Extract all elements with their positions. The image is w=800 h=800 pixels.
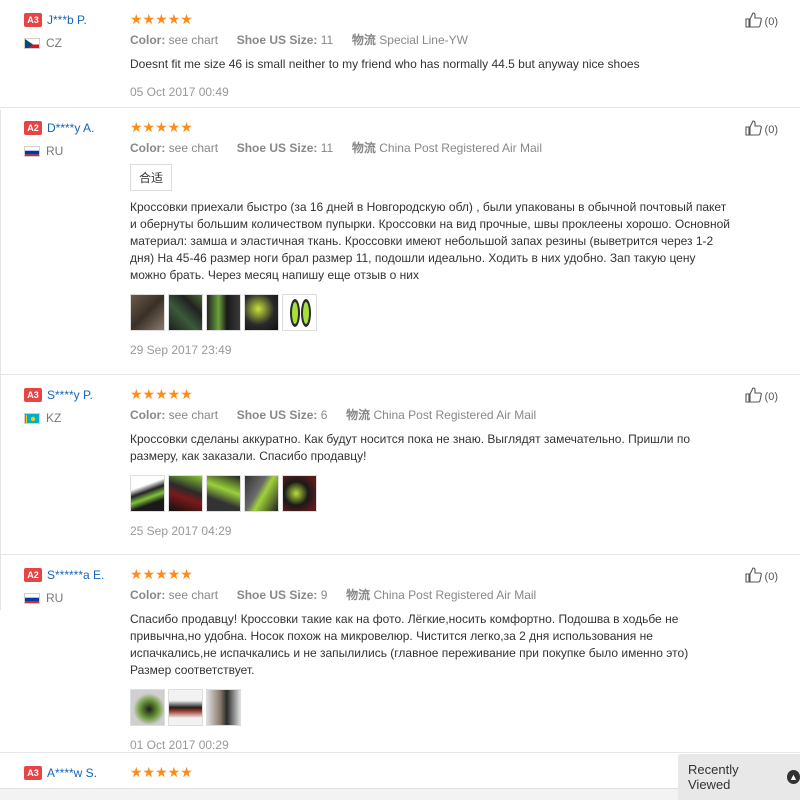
flag-kz-icon — [24, 412, 40, 424]
reviewer-info: A2 S******a E. RU — [24, 567, 124, 605]
helpful-count: (0) — [764, 570, 778, 583]
review-photo[interactable] — [168, 689, 203, 726]
reviewer-name[interactable]: J***b P. — [47, 13, 87, 27]
country-code: KZ — [46, 411, 62, 425]
rating-stars: ★★★★★ — [130, 11, 193, 27]
recently-viewed-button[interactable]: Recently Viewed ▲ — [678, 754, 800, 800]
review-attributes: Color: see chart Shoe US Size: 9 物流 Chin… — [130, 588, 537, 602]
helpful-button[interactable]: (0) — [744, 120, 778, 139]
review-date: 25 Sep 2017 04:29 — [130, 524, 232, 538]
thumbs-up-icon — [744, 12, 763, 31]
thumbs-up-icon — [744, 387, 763, 406]
reviewer-name[interactable]: A****w S. — [47, 766, 97, 780]
review-text: Doesnt fit me size 46 is small neither t… — [130, 57, 640, 71]
review-photos — [130, 475, 730, 512]
thumbs-up-icon — [744, 120, 763, 139]
reviewer-info: A3 A****w S. — [24, 765, 124, 781]
reviewer-name[interactable]: S****y P. — [47, 388, 93, 402]
review-text: Кроссовки приехали быстро (за 16 дней в … — [130, 200, 730, 282]
flag-cz-icon — [24, 37, 40, 49]
review-attributes: Color: see chart Shoe US Size: 6 物流 Chin… — [130, 408, 537, 422]
review-date: 01 Oct 2017 00:29 — [130, 738, 229, 752]
review-photo[interactable] — [130, 475, 165, 512]
country-code: RU — [46, 591, 64, 605]
review-text: Спасибо продавцу! Кроссовки такие как на… — [130, 612, 689, 677]
thumbs-up-icon — [744, 567, 763, 586]
helpful-button[interactable]: (0) — [744, 567, 778, 586]
review-item: A2 D****y A. RU ★★★★★ Color: see chart S… — [0, 108, 800, 375]
review-photo[interactable] — [168, 294, 203, 331]
review-item: A3 S****y P. KZ ★★★★★ Color: see chart S… — [0, 375, 800, 555]
level-badge: A3 — [24, 766, 42, 780]
rating-stars: ★★★★★ — [130, 119, 193, 135]
review-photo[interactable] — [282, 294, 317, 331]
flag-ru-icon — [24, 592, 40, 604]
level-badge: A3 — [24, 13, 42, 27]
helpful-button[interactable]: (0) — [744, 387, 778, 406]
translate-button[interactable]: 合适 — [130, 164, 173, 191]
review-photo[interactable] — [168, 475, 203, 512]
country-code: CZ — [46, 36, 62, 50]
level-badge: A2 — [24, 568, 42, 582]
review-attributes: Color: see chart Shoe US Size: 11 物流 Chi… — [130, 141, 543, 155]
rating-stars: ★★★★★ — [130, 566, 193, 582]
rating-stars: ★★★★★ — [130, 764, 193, 780]
review-photo[interactable] — [130, 294, 165, 331]
reviewer-name[interactable]: D****y A. — [47, 121, 94, 135]
reviewer-name[interactable]: S******a E. — [47, 568, 104, 582]
reviewer-info: A2 D****y A. RU — [24, 120, 124, 158]
chevron-up-icon: ▲ — [786, 770, 800, 784]
helpful-count: (0) — [764, 123, 778, 136]
review-photo[interactable] — [206, 689, 241, 726]
helpful-count: (0) — [764, 15, 778, 28]
reviewer-info: A3 J***b P. CZ — [24, 12, 124, 50]
review-photo[interactable] — [282, 475, 317, 512]
review-photo[interactable] — [130, 689, 165, 726]
level-badge: A3 — [24, 388, 42, 402]
review-photo[interactable] — [206, 475, 241, 512]
recently-viewed-label: Recently Viewed — [688, 762, 739, 792]
helpful-button[interactable]: (0) — [744, 12, 778, 31]
review-text: Кроссовки сделаны аккуратно. Как будут н… — [130, 432, 690, 463]
rating-stars: ★★★★★ — [130, 386, 193, 402]
review-attributes: Color: see chart Shoe US Size: 11 物流 Spe… — [130, 33, 468, 47]
horizontal-scrollbar[interactable] — [0, 788, 678, 800]
review-item: A2 S******a E. RU ★★★★★ Color: see chart… — [0, 555, 800, 753]
review-item: A3 J***b P. CZ ★★★★★ Color: see chart Sh… — [0, 0, 800, 108]
helpful-count: (0) — [764, 390, 778, 403]
flag-ru-icon — [24, 145, 40, 157]
level-badge: A2 — [24, 121, 42, 135]
review-photo[interactable] — [244, 294, 279, 331]
review-photo[interactable] — [206, 294, 241, 331]
review-date: 05 Oct 2017 00:49 — [130, 85, 229, 99]
country-code: RU — [46, 144, 64, 158]
reviewer-info: A3 S****y P. KZ — [24, 387, 124, 425]
review-photo[interactable] — [244, 475, 279, 512]
review-date: 29 Sep 2017 23:49 — [130, 343, 232, 357]
review-photos — [130, 294, 730, 331]
review-photos — [130, 689, 730, 726]
